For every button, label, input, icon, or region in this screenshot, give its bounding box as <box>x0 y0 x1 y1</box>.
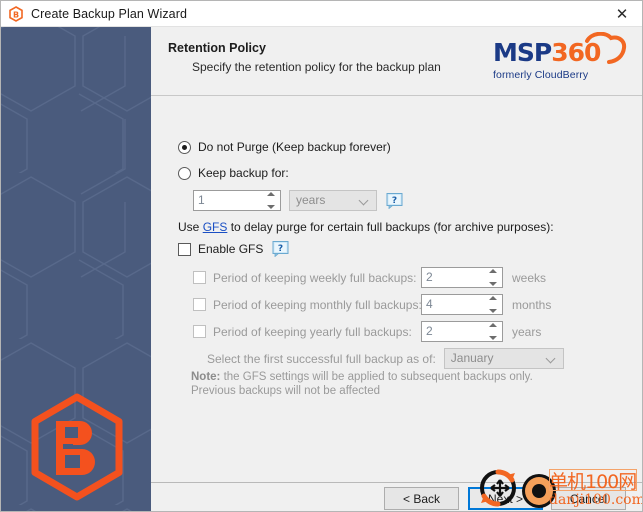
gfs-period-yearly-value: 2 <box>426 324 433 338</box>
help-icon[interactable]: ? <box>386 192 403 209</box>
gfs-period-monthly-stepper[interactable]: 4 <box>421 294 503 315</box>
note-line-2: Previous backups will not be affected <box>191 385 381 397</box>
gfs-period-yearly-row[interactable]: Period of keeping yearly full backups: 2… <box>193 321 623 342</box>
brand-tagline: formerly CloudBerry <box>493 69 589 81</box>
radio-label-keep-backup-for: Keep backup for: <box>198 166 289 180</box>
gfs-period-weekly-label: Period of keeping weekly full backups: <box>213 270 417 285</box>
gfs-period-monthly-row[interactable]: Period of keeping monthly full backups: … <box>193 294 623 315</box>
note-line-1: the GFS settings will be applied to subs… <box>220 371 533 383</box>
radio-label-do-not-purge: Do not Purge (Keep backup forever) <box>198 140 391 154</box>
title-bar: B Create Backup Plan Wizard ✕ <box>1 1 642 27</box>
help-icon[interactable]: ? <box>272 241 289 258</box>
checkbox-indicator[interactable] <box>193 298 206 311</box>
note-bold-label: Note: <box>191 371 221 383</box>
gfs-period-monthly-label: Period of keeping monthly full backups: <box>213 297 422 312</box>
msp360-logo: MSP360 formerly CloudBerry <box>493 32 627 86</box>
gfs-period-monthly-value: 4 <box>426 297 433 311</box>
chevron-down-icon <box>547 355 556 360</box>
checkbox-indicator[interactable] <box>193 271 206 284</box>
gfs-link[interactable]: GFS <box>203 220 228 234</box>
stepper-arrows[interactable] <box>263 192 279 209</box>
gfs-note: Note: the GFS settings will be applied t… <box>191 370 611 398</box>
radio-keep-backup-for[interactable]: Keep backup for: <box>178 166 289 180</box>
next-button[interactable]: Next > <box>468 487 543 510</box>
gfs-period-weekly-row[interactable]: Period of keeping weekly full backups: 2… <box>193 267 623 288</box>
gfs-intro-text: Use GFS to delay purge for certain full … <box>178 220 554 234</box>
cloudberry-logo <box>31 393 123 501</box>
stepper-arrows[interactable] <box>485 269 501 286</box>
wizard-sidebar <box>1 27 151 511</box>
keep-for-controls: 1 years ? <box>193 190 403 211</box>
brand-msp-text: MSP <box>493 38 552 67</box>
back-button[interactable]: < Back <box>384 487 459 510</box>
gfs-intro-prefix: Use <box>178 220 203 234</box>
svg-text:?: ? <box>278 244 283 254</box>
radio-do-not-purge[interactable]: Do not Purge (Keep backup forever) <box>178 140 391 154</box>
page-content: Do not Purge (Keep backup forever) Keep … <box>151 96 642 482</box>
wizard-main: Retention Policy Specify the retention p… <box>151 27 642 511</box>
gfs-period-yearly-label: Period of keeping yearly full backups: <box>213 324 412 339</box>
first-backup-row: Select the first successful full backup … <box>207 348 564 369</box>
checkbox-label-enable-gfs: Enable GFS <box>198 242 264 256</box>
svg-text:B: B <box>13 10 19 19</box>
gfs-period-weekly-value: 2 <box>426 270 433 284</box>
stepper-arrows[interactable] <box>485 296 501 313</box>
page-header: Retention Policy Specify the retention p… <box>151 27 642 96</box>
page-subtitle: Specify the retention policy for the bac… <box>192 60 441 74</box>
radio-indicator <box>178 140 191 154</box>
gfs-period-yearly-stepper[interactable]: 2 <box>421 321 503 342</box>
stepper-arrows[interactable] <box>485 323 501 340</box>
first-backup-label: Select the first successful full backup … <box>207 351 436 366</box>
checkbox-indicator <box>178 242 191 256</box>
page-title: Retention Policy <box>168 41 266 55</box>
wizard-window: B Create Backup Plan Wizard ✕ Retention … <box>0 0 643 512</box>
window-title: Create Backup Plan Wizard <box>31 6 188 21</box>
keep-for-value-stepper[interactable]: 1 <box>193 190 281 211</box>
cloud-swoosh-icon <box>585 32 627 64</box>
svg-text:?: ? <box>392 196 397 206</box>
close-icon[interactable]: ✕ <box>600 1 642 27</box>
keep-for-unit-select[interactable]: years <box>289 190 377 211</box>
wizard-footer: < Back Next > Cancel <box>151 482 642 511</box>
first-backup-month-value: January <box>450 351 494 365</box>
keep-for-unit-value: years <box>296 193 326 207</box>
app-icon: B <box>8 5 24 22</box>
gfs-period-weekly-unit: weeks <box>512 270 547 285</box>
chevron-down-icon <box>360 197 369 202</box>
keep-for-value: 1 <box>198 193 205 207</box>
gfs-period-yearly-unit: years <box>512 324 542 339</box>
checkbox-indicator[interactable] <box>193 325 206 338</box>
first-backup-month-select[interactable]: January <box>443 348 564 369</box>
gfs-period-weekly-stepper[interactable]: 2 <box>421 267 503 288</box>
checkbox-enable-gfs[interactable]: Enable GFS ? <box>178 241 289 258</box>
gfs-period-monthly-unit: months <box>512 297 552 312</box>
gfs-intro-suffix: to delay purge for certain full backups … <box>227 220 554 234</box>
radio-indicator <box>178 166 191 180</box>
cancel-button[interactable]: Cancel <box>551 487 626 510</box>
